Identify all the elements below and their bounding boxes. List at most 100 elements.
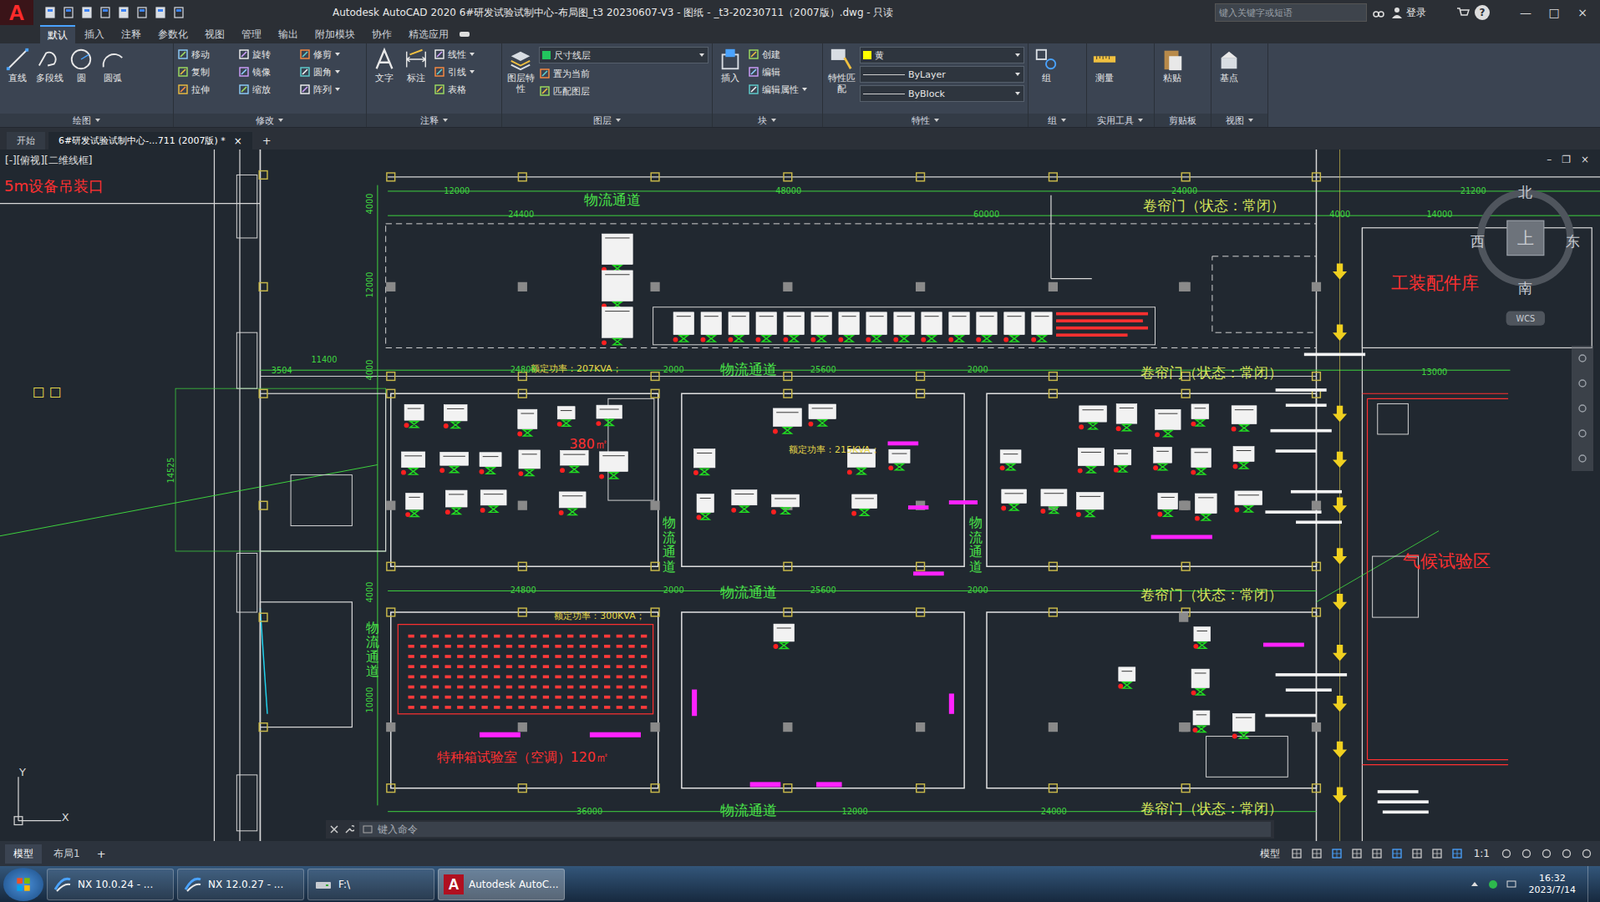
status-tool-icon[interactable] (1560, 848, 1573, 860)
dropdown-caret-icon[interactable] (334, 68, 341, 76)
annotation-scale[interactable]: 1:1 (1468, 848, 1495, 860)
compass-label[interactable]: 上 (1517, 226, 1534, 249)
layout-tab[interactable]: 模型 (5, 844, 42, 864)
show-desktop-button[interactable] (1587, 866, 1600, 902)
view-cube[interactable] (1480, 193, 1570, 326)
ribbon-combo[interactable]: 尺寸线层 (538, 46, 709, 64)
ribbon-small-button[interactable]: 匹配图层 (538, 83, 709, 99)
ribbon-panel-title[interactable]: 图层 (502, 113, 712, 127)
ribbon-panel-title[interactable]: 块 (712, 113, 823, 127)
add-layout-button[interactable]: + (91, 845, 112, 864)
ribbon-large-button[interactable]: 直线 (3, 46, 32, 114)
ribbon-small-button[interactable]: 表格 (433, 81, 498, 97)
ribbon-large-button[interactable]: 基点 (1214, 46, 1244, 114)
ribbon-small-button[interactable]: 修剪 (299, 46, 363, 62)
ribbon-small-button[interactable]: 置为当前 (538, 66, 709, 82)
ribbon-large-button[interactable]: 图层特性 (505, 46, 536, 114)
ribbon-tab[interactable]: 输出 (270, 25, 306, 44)
dropdown-caret-icon[interactable] (468, 68, 476, 76)
ribbon-large-button[interactable]: 文字 (370, 46, 399, 114)
ribbon-small-button[interactable]: 缩放 (238, 81, 293, 97)
status-toggle-icon[interactable] (1451, 848, 1463, 860)
ribbon-panel-title[interactable]: 修改 (173, 113, 366, 127)
status-tool-icon[interactable] (1540, 848, 1553, 860)
quick-access-icon[interactable] (80, 5, 94, 20)
chat-icon[interactable] (1487, 878, 1499, 891)
status-toggle-icon[interactable] (1431, 848, 1443, 860)
ribbon-panel-title[interactable]: 剪贴板 (1154, 113, 1211, 127)
ribbon-panel-title[interactable]: 注释 (366, 113, 502, 127)
drawing-canvas[interactable]: 5m设备吊装口□ □物流通道物流通道物流通道物流通道卷帘门（状态：常闭）卷帘门（… (0, 149, 1600, 842)
ribbon-tab[interactable]: 附加模块 (307, 25, 363, 44)
viewport-controls-label[interactable]: [-][俯视][二维线框] (5, 153, 92, 168)
ribbon-tab[interactable]: 参数化 (150, 25, 196, 44)
ribbon-large-button[interactable]: 圆弧 (98, 46, 127, 114)
ribbon-combo[interactable]: ByBlock (859, 85, 1025, 102)
ribbon-small-button[interactable]: 编辑属性 (747, 81, 819, 97)
cart-icon[interactable] (1456, 5, 1470, 20)
quick-access-icon[interactable] (116, 5, 131, 20)
compass-label[interactable]: 东 (1565, 231, 1580, 251)
viewport-button[interactable]: × (1578, 153, 1592, 166)
ribbon-large-button[interactable]: 标注 (401, 46, 431, 114)
new-tab-button[interactable]: + (255, 132, 279, 150)
layout-tab[interactable]: 布局1 (45, 844, 89, 864)
ribbon-panel-title[interactable]: 视图 (1211, 113, 1268, 127)
search-input[interactable] (1215, 7, 1367, 19)
ribbon-large-button[interactable]: 圆 (66, 46, 96, 114)
nav-tool-icon[interactable] (1576, 377, 1589, 390)
dropdown-caret-icon[interactable] (801, 86, 808, 93)
quick-access-icon[interactable] (135, 5, 149, 20)
ribbon-small-button[interactable]: 编辑 (747, 64, 819, 80)
quick-access-icon[interactable] (153, 5, 168, 20)
ribbon-small-button[interactable]: 阵列 (299, 81, 363, 97)
ribbon-panel-title[interactable]: 特性 (822, 113, 1028, 127)
ribbon-small-button[interactable]: 镜像 (238, 64, 293, 80)
taskbar-item[interactable]: F:\ (307, 868, 435, 901)
taskbar-item[interactable]: AAutodesk AutoC... (437, 868, 565, 901)
ribbon-tab[interactable]: 协作 (364, 25, 400, 44)
viewport-button[interactable]: ❐ (1559, 153, 1574, 166)
quick-access-icon[interactable] (98, 5, 112, 20)
ribbon-tab[interactable]: 插入 (76, 25, 112, 44)
ribbon-small-button[interactable]: 创建 (747, 46, 819, 62)
show-hidden-icon[interactable] (1468, 878, 1481, 891)
ribbon-combo[interactable]: ByLayer (859, 66, 1025, 83)
status-tool-icon[interactable] (1520, 848, 1533, 860)
nav-tool-icon[interactable] (1576, 402, 1589, 415)
document-tab[interactable]: 6#研发试验试制中心-...711 (2007版) *× (48, 132, 253, 150)
ribbon-tab[interactable]: 默认 (40, 25, 76, 45)
ribbon-small-button[interactable]: 移动 (177, 46, 232, 62)
window-control-button[interactable]: × (1568, 5, 1597, 20)
viewport-button[interactable]: – (1544, 153, 1555, 166)
window-control-button[interactable]: — (1511, 5, 1540, 20)
quick-access-icon[interactable] (172, 5, 186, 20)
search-box[interactable] (1214, 3, 1367, 22)
status-tool-icon[interactable] (1500, 848, 1513, 860)
ribbon-combo[interactable]: 黄 (859, 46, 1025, 64)
start-button[interactable] (3, 868, 44, 902)
ribbon-tab[interactable]: 视图 (197, 25, 233, 44)
nav-tool-icon[interactable] (1576, 352, 1589, 365)
ribbon-small-button[interactable]: 旋转 (238, 46, 293, 62)
ribbon-panel-title[interactable]: 实用工具 (1086, 113, 1154, 127)
status-toggle-icon[interactable] (1351, 848, 1363, 860)
ribbon-small-button[interactable]: 线性 (433, 46, 498, 62)
ribbon-large-button[interactable]: 插入 (716, 46, 745, 114)
navigation-bar[interactable] (1571, 345, 1594, 472)
status-toggle-icon[interactable] (1371, 848, 1383, 860)
ribbon-large-button[interactable]: 特性匹配 (826, 46, 857, 114)
dropdown-caret-icon[interactable] (334, 50, 341, 58)
ribbon-small-button[interactable]: 复制 (177, 64, 232, 80)
ribbon-tab[interactable]: 精选应用 (401, 25, 457, 44)
taskbar-item[interactable]: NX 10.0.24 - ... (46, 868, 174, 901)
taskbar-item[interactable]: NX 12.0.27 - ... (177, 868, 305, 901)
compass-label[interactable]: 北 (1518, 182, 1533, 203)
close-tab-button[interactable]: × (233, 135, 243, 148)
status-tool-icon[interactable] (1580, 848, 1593, 860)
document-tab[interactable]: 开始 (6, 132, 46, 150)
compass-label[interactable]: 西 (1470, 231, 1485, 251)
ribbon-large-button[interactable]: 多段线 (35, 46, 64, 114)
status-toggle-icon[interactable] (1411, 848, 1423, 860)
close-icon[interactable] (329, 824, 340, 835)
